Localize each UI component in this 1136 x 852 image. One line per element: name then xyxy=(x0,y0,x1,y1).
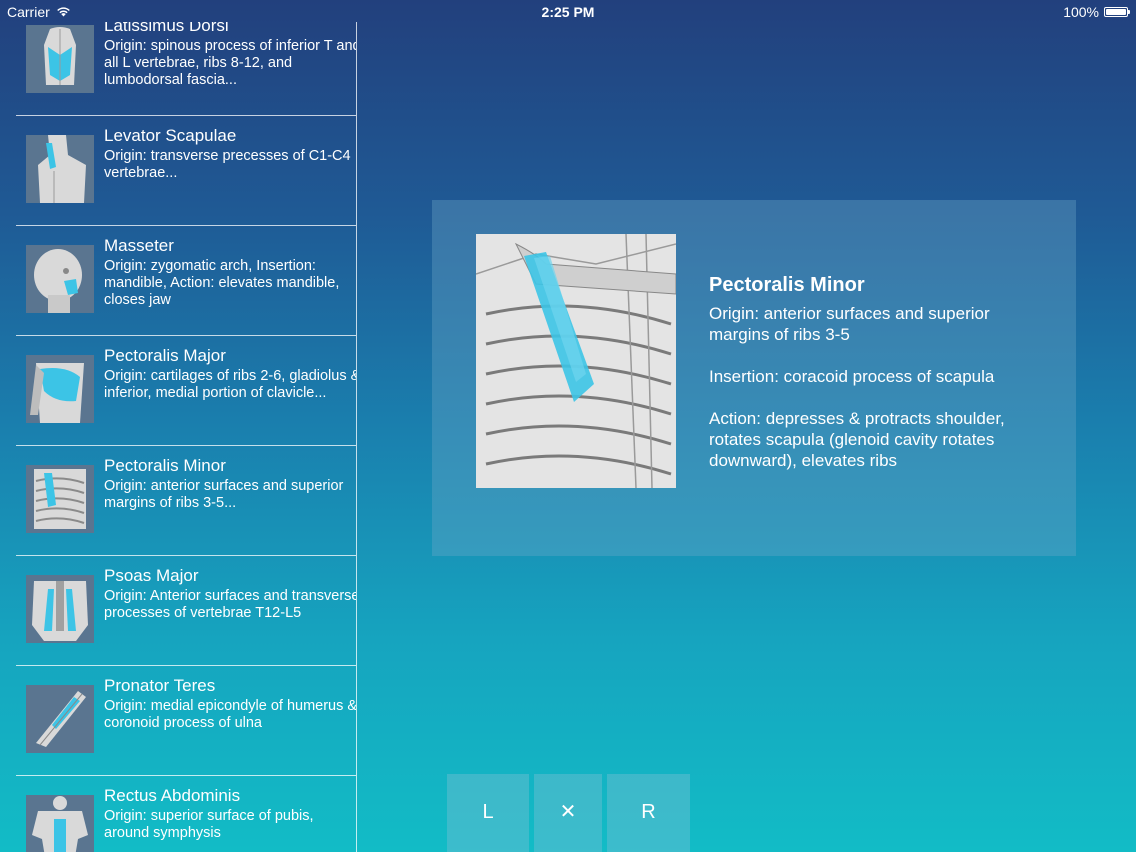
right-button[interactable]: R xyxy=(607,774,690,852)
muscle-item-text: Pronator Teres Origin: medial epicondyle… xyxy=(104,675,357,732)
status-time: 2:25 PM xyxy=(541,4,595,20)
muscle-list: Latissimus Dorsi Origin: spinous process… xyxy=(0,22,356,852)
detail-title: Pectoralis Minor xyxy=(709,274,865,296)
neck-anatomy-icon xyxy=(26,135,94,203)
muscle-item-levator-scapulae[interactable]: Levator Scapulae Origin: transverse prec… xyxy=(16,116,356,226)
muscle-summary: Origin: medial epicondyle of humerus & c… xyxy=(104,698,357,731)
torso-anatomy-icon xyxy=(26,795,94,852)
left-button[interactable]: L xyxy=(447,774,529,852)
ribcage-anatomy-icon xyxy=(26,465,94,533)
muscle-summary: Origin: spinous process of inferior T an… xyxy=(104,38,357,88)
muscle-name: Levator Scapulae xyxy=(104,126,237,145)
muscle-item-pronator-teres[interactable]: Pronator Teres Origin: medial epicondyle… xyxy=(16,666,356,776)
detail-origin: Origin: anterior surfaces and superior m… xyxy=(709,304,990,344)
muscle-name: Psoas Major xyxy=(104,566,199,585)
muscle-name: Pectoralis Major xyxy=(104,346,226,365)
muscle-item-text: Latissimus Dorsi Origin: spinous process… xyxy=(104,22,357,89)
muscle-summary: Origin: cartilages of ribs 2-6, gladiolu… xyxy=(104,368,357,401)
muscle-item-text: Rectus Abdominis Origin: superior surfac… xyxy=(104,785,356,842)
muscle-item-text: Pectoralis Minor Origin: anterior surfac… xyxy=(104,455,356,512)
detail-insertion: Insertion: coracoid process of scapula xyxy=(709,367,995,386)
status-right: 100% xyxy=(1063,4,1130,20)
muscle-name: Rectus Abdominis xyxy=(104,786,241,805)
muscle-summary: Origin: zygomatic arch, Insertion: mandi… xyxy=(104,258,340,308)
muscle-summary: Origin: transverse precesses of C1-C4 ve… xyxy=(104,148,351,181)
chest-anatomy-icon xyxy=(26,355,94,423)
battery-percent: 100% xyxy=(1063,4,1099,20)
back-anatomy-icon xyxy=(26,25,94,93)
muscle-item-latissimus-dorsi[interactable]: Latissimus Dorsi Origin: spinous process… xyxy=(16,22,356,116)
muscle-item-rectus-abdominis[interactable]: Rectus Abdominis Origin: superior surfac… xyxy=(16,776,356,852)
status-bar: Carrier 2:25 PM 100% xyxy=(0,0,1136,22)
detail-action: Action: depresses & protracts shoulder, … xyxy=(709,409,1005,470)
muscle-item-text: Psoas Major Origin: Anterior surfaces an… xyxy=(104,565,357,622)
battery-icon xyxy=(1104,7,1130,17)
muscle-item-text: Masseter Origin: zygomatic arch, Inserti… xyxy=(104,235,356,309)
muscle-item-pectoralis-minor[interactable]: Pectoralis Minor Origin: anterior surfac… xyxy=(16,446,356,556)
muscle-name: Latissimus Dorsi xyxy=(104,22,229,35)
muscle-item-text: Levator Scapulae Origin: transverse prec… xyxy=(104,125,356,182)
muscle-item-masseter[interactable]: Masseter Origin: zygomatic arch, Inserti… xyxy=(16,226,356,336)
muscle-summary: Origin: superior surface of pubis, aroun… xyxy=(104,808,314,841)
muscle-name: Masseter xyxy=(104,236,174,255)
muscle-summary: Origin: Anterior surfaces and transverse… xyxy=(104,588,357,621)
muscle-detail-text: Pectoralis Minor Origin: anterior surfac… xyxy=(709,274,1049,492)
muscle-item-pectoralis-major[interactable]: Pectoralis Major Origin: cartilages of r… xyxy=(16,336,356,446)
close-button[interactable]: ✕ xyxy=(534,774,602,852)
pectoralis-minor-illustration xyxy=(476,234,676,488)
muscle-item-psoas-major[interactable]: Psoas Major Origin: Anterior surfaces an… xyxy=(16,556,356,666)
muscle-name: Pronator Teres xyxy=(104,676,216,695)
muscle-item-text: Pectoralis Major Origin: cartilages of r… xyxy=(104,345,357,402)
forearm-anatomy-icon xyxy=(26,685,94,753)
pelvis-anatomy-icon xyxy=(26,575,94,643)
muscle-name: Pectoralis Minor xyxy=(104,456,226,475)
head-anatomy-icon xyxy=(26,245,94,313)
muscle-sidebar[interactable]: Latissimus Dorsi Origin: spinous process… xyxy=(0,22,357,852)
muscle-detail-card: Pectoralis Minor Origin: anterior surfac… xyxy=(432,200,1076,556)
muscle-summary: Origin: anterior surfaces and superior m… xyxy=(104,478,344,511)
